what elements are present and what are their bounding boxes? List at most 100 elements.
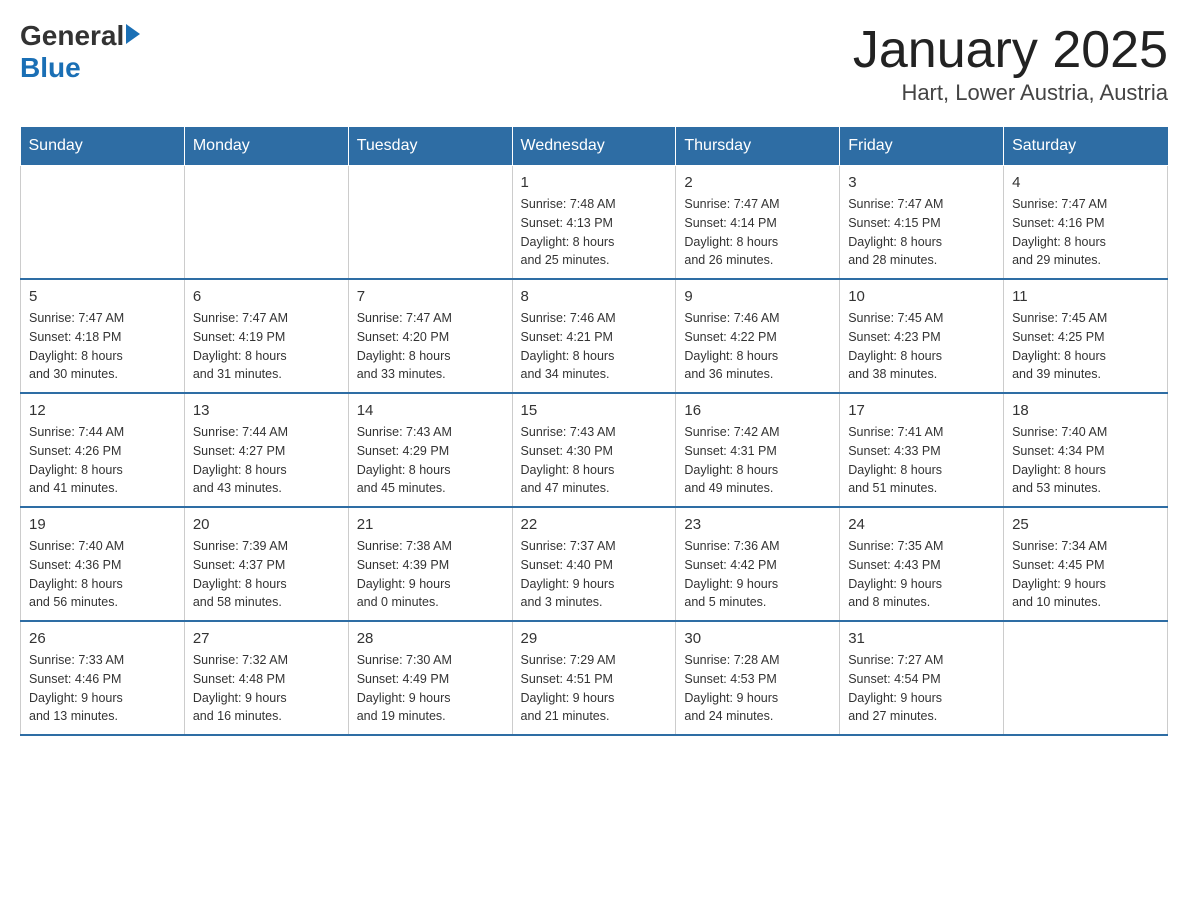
- day-number: 6: [193, 288, 340, 305]
- day-info: Sunrise: 7:47 AMSunset: 4:20 PMDaylight:…: [357, 309, 504, 384]
- calendar-day-cell: 22 Sunrise: 7:37 AMSunset: 4:40 PMDayligh…: [512, 507, 676, 621]
- calendar-day-cell: 15Sunrise: 7:43 AMSunset: 4:30 PMDayligh…: [512, 393, 676, 507]
- day-info: Sunrise: 7:38 AMSunset: 4:39 PMDaylight:…: [357, 537, 504, 612]
- day-number: 22: [521, 516, 668, 533]
- day-number: 20: [193, 516, 340, 533]
- day-info: Sunrise: 7:47 AMSunset: 4:15 PMDaylight:…: [848, 195, 995, 270]
- calendar-week-row: 1 Sunrise: 7:48 AMSunset: 4:13 PMDaylight…: [21, 166, 1168, 280]
- logo: General Blue: [20, 20, 140, 84]
- calendar-day-cell: 20 Sunrise: 7:39 AMSunset: 4:37 PMDayligh…: [184, 507, 348, 621]
- calendar-day-cell: 14 Sunrise: 7:43 AMSunset: 4:29 PMDayligh…: [348, 393, 512, 507]
- calendar-day-cell: [1004, 621, 1168, 735]
- calendar-day-cell: 11Sunrise: 7:45 AMSunset: 4:25 PMDayligh…: [1004, 279, 1168, 393]
- calendar-day-cell: [348, 166, 512, 280]
- day-info: Sunrise: 7:46 AMSunset: 4:21 PMDaylight:…: [521, 309, 668, 384]
- calendar-day-cell: 9Sunrise: 7:46 AMSunset: 4:22 PMDaylight…: [676, 279, 840, 393]
- day-info: Sunrise: 7:34 AMSunset: 4:45 PMDaylight:…: [1012, 537, 1159, 612]
- calendar-week-row: 12 Sunrise: 7:44 AMSunset: 4:26 PMDayligh…: [21, 393, 1168, 507]
- calendar-day-cell: 13Sunrise: 7:44 AMSunset: 4:27 PMDayligh…: [184, 393, 348, 507]
- calendar-day-cell: 23 Sunrise: 7:36 AMSunset: 4:42 PMDayligh…: [676, 507, 840, 621]
- day-of-week-header: Friday: [840, 127, 1004, 166]
- calendar-day-cell: 31 Sunrise: 7:27 AMSunset: 4:54 PMDayligh…: [840, 621, 1004, 735]
- calendar-week-row: 26 Sunrise: 7:33 AMSunset: 4:46 PMDayligh…: [21, 621, 1168, 735]
- day-number: 8: [521, 288, 668, 305]
- calendar-day-cell: 8 Sunrise: 7:46 AMSunset: 4:21 PMDaylight…: [512, 279, 676, 393]
- calendar-day-cell: 17 Sunrise: 7:41 AMSunset: 4:33 PMDayligh…: [840, 393, 1004, 507]
- day-number: 14: [357, 402, 504, 419]
- day-info: Sunrise: 7:48 AMSunset: 4:13 PMDaylight:…: [521, 195, 668, 270]
- day-info: Sunrise: 7:36 AMSunset: 4:42 PMDaylight:…: [684, 537, 831, 612]
- day-number: 10: [848, 288, 995, 305]
- day-number: 3: [848, 174, 995, 191]
- calendar-day-cell: 12 Sunrise: 7:44 AMSunset: 4:26 PMDayligh…: [21, 393, 185, 507]
- day-info: Sunrise: 7:45 AMSunset: 4:23 PMDaylight:…: [848, 309, 995, 384]
- calendar-day-cell: 26 Sunrise: 7:33 AMSunset: 4:46 PMDayligh…: [21, 621, 185, 735]
- day-of-week-header: Thursday: [676, 127, 840, 166]
- day-number: 21: [357, 516, 504, 533]
- calendar-day-cell: 28Sunrise: 7:30 AMSunset: 4:49 PMDayligh…: [348, 621, 512, 735]
- calendar-day-cell: 29Sunrise: 7:29 AMSunset: 4:51 PMDayligh…: [512, 621, 676, 735]
- day-number: 1: [521, 174, 668, 191]
- calendar-day-cell: 30 Sunrise: 7:28 AMSunset: 4:53 PMDayligh…: [676, 621, 840, 735]
- location-title: Hart, Lower Austria, Austria: [853, 80, 1168, 106]
- day-number: 30: [684, 630, 831, 647]
- day-info: Sunrise: 7:41 AMSunset: 4:33 PMDaylight:…: [848, 423, 995, 498]
- calendar-day-cell: 7 Sunrise: 7:47 AMSunset: 4:20 PMDaylight…: [348, 279, 512, 393]
- calendar-day-cell: 2 Sunrise: 7:47 AMSunset: 4:14 PMDaylight…: [676, 166, 840, 280]
- calendar-day-cell: 16 Sunrise: 7:42 AMSunset: 4:31 PMDayligh…: [676, 393, 840, 507]
- day-info: Sunrise: 7:47 AMSunset: 4:16 PMDaylight:…: [1012, 195, 1159, 270]
- calendar-day-cell: [184, 166, 348, 280]
- day-info: Sunrise: 7:43 AMSunset: 4:29 PMDaylight:…: [357, 423, 504, 498]
- day-of-week-header: Monday: [184, 127, 348, 166]
- day-of-week-header: Tuesday: [348, 127, 512, 166]
- day-info: Sunrise: 7:40 AMSunset: 4:34 PMDaylight:…: [1012, 423, 1159, 498]
- day-number: 12: [29, 402, 176, 419]
- logo-text: General: [20, 20, 140, 52]
- calendar-day-cell: 18Sunrise: 7:40 AMSunset: 4:34 PMDayligh…: [1004, 393, 1168, 507]
- day-info: Sunrise: 7:44 AMSunset: 4:27 PMDaylight:…: [193, 423, 340, 498]
- calendar-day-cell: 19Sunrise: 7:40 AMSunset: 4:36 PMDayligh…: [21, 507, 185, 621]
- calendar-day-cell: 25 Sunrise: 7:34 AMSunset: 4:45 PMDayligh…: [1004, 507, 1168, 621]
- calendar-day-cell: [21, 166, 185, 280]
- calendar-day-cell: 10 Sunrise: 7:45 AMSunset: 4:23 PMDayligh…: [840, 279, 1004, 393]
- day-number: 17: [848, 402, 995, 419]
- day-info: Sunrise: 7:39 AMSunset: 4:37 PMDaylight:…: [193, 537, 340, 612]
- day-number: 9: [684, 288, 831, 305]
- day-number: 23: [684, 516, 831, 533]
- day-of-week-header: Sunday: [21, 127, 185, 166]
- day-info: Sunrise: 7:43 AMSunset: 4:30 PMDaylight:…: [521, 423, 668, 498]
- day-number: 25: [1012, 516, 1159, 533]
- calendar-day-cell: 3 Sunrise: 7:47 AMSunset: 4:15 PMDaylight…: [840, 166, 1004, 280]
- title-section: January 2025 Hart, Lower Austria, Austri…: [853, 20, 1168, 106]
- day-number: 19: [29, 516, 176, 533]
- calendar-day-cell: 5Sunrise: 7:47 AMSunset: 4:18 PMDaylight…: [21, 279, 185, 393]
- day-info: Sunrise: 7:37 AMSunset: 4:40 PMDaylight:…: [521, 537, 668, 612]
- day-info: Sunrise: 7:47 AMSunset: 4:19 PMDaylight:…: [193, 309, 340, 384]
- logo-blue-text: Blue: [20, 52, 81, 84]
- day-number: 16: [684, 402, 831, 419]
- day-info: Sunrise: 7:42 AMSunset: 4:31 PMDaylight:…: [684, 423, 831, 498]
- day-info: Sunrise: 7:27 AMSunset: 4:54 PMDaylight:…: [848, 651, 995, 726]
- day-info: Sunrise: 7:32 AMSunset: 4:48 PMDaylight:…: [193, 651, 340, 726]
- day-number: 11: [1012, 288, 1159, 305]
- calendar-week-row: 5Sunrise: 7:47 AMSunset: 4:18 PMDaylight…: [21, 279, 1168, 393]
- day-of-week-header: Saturday: [1004, 127, 1168, 166]
- day-number: 2: [684, 174, 831, 191]
- calendar-day-cell: 6 Sunrise: 7:47 AMSunset: 4:19 PMDaylight…: [184, 279, 348, 393]
- day-info: Sunrise: 7:47 AMSunset: 4:18 PMDaylight:…: [29, 309, 176, 384]
- calendar-day-cell: 27Sunrise: 7:32 AMSunset: 4:48 PMDayligh…: [184, 621, 348, 735]
- day-info: Sunrise: 7:30 AMSunset: 4:49 PMDaylight:…: [357, 651, 504, 726]
- day-number: 26: [29, 630, 176, 647]
- day-number: 7: [357, 288, 504, 305]
- day-number: 4: [1012, 174, 1159, 191]
- day-info: Sunrise: 7:29 AMSunset: 4:51 PMDaylight:…: [521, 651, 668, 726]
- day-info: Sunrise: 7:28 AMSunset: 4:53 PMDaylight:…: [684, 651, 831, 726]
- day-info: Sunrise: 7:47 AMSunset: 4:14 PMDaylight:…: [684, 195, 831, 270]
- month-title: January 2025: [853, 20, 1168, 80]
- calendar-day-cell: 24Sunrise: 7:35 AMSunset: 4:43 PMDayligh…: [840, 507, 1004, 621]
- calendar-day-cell: 4 Sunrise: 7:47 AMSunset: 4:16 PMDaylight…: [1004, 166, 1168, 280]
- calendar-week-row: 19Sunrise: 7:40 AMSunset: 4:36 PMDayligh…: [21, 507, 1168, 621]
- day-number: 31: [848, 630, 995, 647]
- day-info: Sunrise: 7:33 AMSunset: 4:46 PMDaylight:…: [29, 651, 176, 726]
- day-info: Sunrise: 7:44 AMSunset: 4:26 PMDaylight:…: [29, 423, 176, 498]
